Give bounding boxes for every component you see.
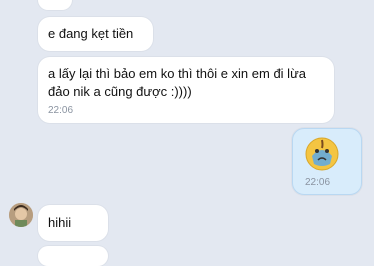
message-bubble[interactable]: hihii xyxy=(38,205,108,241)
sticker-message-bubble[interactable]: 22:06 xyxy=(292,128,362,195)
message-text-line: a lấy lại thì bảo em ko thì thôi e xin e… xyxy=(48,66,307,81)
crying-face-sticker-icon xyxy=(305,137,339,171)
message-bubble[interactable]: e đang kẹt tiền xyxy=(38,17,153,51)
message-bubble-partial xyxy=(38,0,72,10)
message-time: 22:06 xyxy=(48,105,74,116)
message-bubble[interactable]: a lấy lại thì bảo em ko thì thôi e xin e… xyxy=(38,57,334,123)
message-text: hihii xyxy=(48,215,72,230)
message-text-line: đảo nik a cũng được :)))) xyxy=(48,84,192,99)
avatar-face-icon xyxy=(9,203,33,227)
message-text: e đang kẹt tiền xyxy=(48,26,134,41)
avatar[interactable] xyxy=(9,203,33,227)
message-time: 22:06 xyxy=(305,177,331,188)
message-bubble-partial xyxy=(38,246,108,266)
